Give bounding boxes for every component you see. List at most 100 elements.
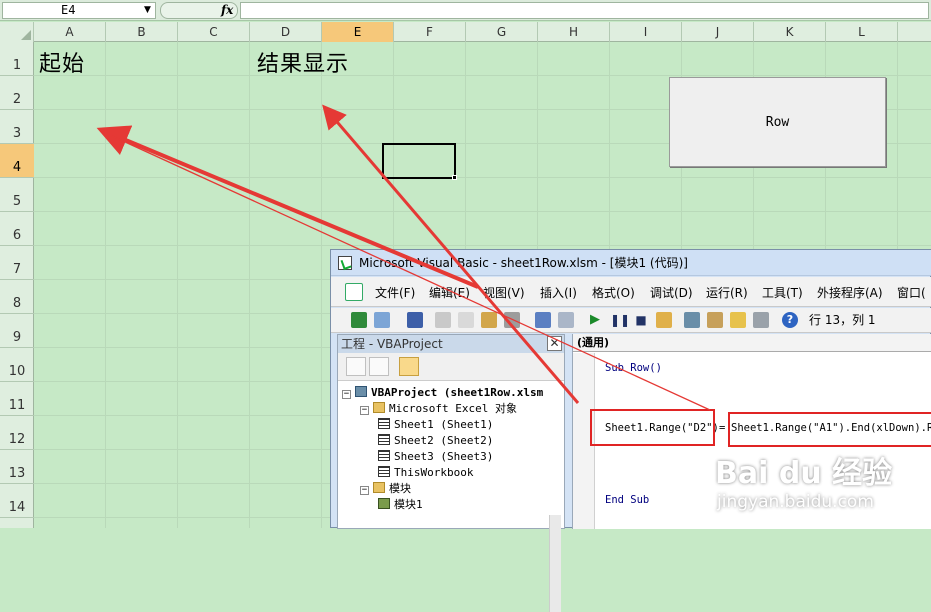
view-excel-icon[interactable] [351,312,367,328]
vba-app-icon [338,256,352,270]
project-explorer-toolbar [338,353,564,381]
tree-node-label: ThisWorkbook [394,466,474,479]
row-header-6[interactable]: 6 [0,212,34,246]
find-icon[interactable] [504,312,520,328]
menu-item-6[interactable]: 运行(R) [706,284,748,301]
cut-icon[interactable] [435,312,451,328]
tree-node[interactable]: Sheet3 (Sheet3) [378,449,493,465]
copy-icon[interactable] [458,312,474,328]
row-header-4[interactable]: 4 [0,144,34,178]
row-header-14[interactable]: 14 [0,484,34,518]
formula-bar: E4 ▼ fx [0,0,931,21]
column-header-b[interactable]: B [106,22,178,42]
row-header-2[interactable]: 2 [0,76,34,110]
tree-node[interactable]: 模块1 [378,497,423,513]
menu-item-8[interactable]: 外接程序(A) [817,284,883,301]
tree-node[interactable]: ThisWorkbook [378,465,473,481]
row-header-11[interactable]: 11 [0,382,34,416]
column-header-k[interactable]: K [754,22,826,42]
folder-icon [373,482,385,493]
save-icon[interactable] [407,312,423,328]
menu-item-9[interactable]: 窗口( [897,284,926,301]
fx-icon[interactable]: fx [221,3,233,18]
workbook-icon [378,466,390,477]
menu-item-4[interactable]: 格式(O) [592,284,635,301]
column-header-f[interactable]: F [394,22,466,42]
design-mode-icon[interactable] [656,312,672,328]
column-header-e[interactable]: E [322,22,394,42]
tree-node[interactable]: Sheet1 (Sheet1) [378,417,493,433]
menu-item-7[interactable]: 工具(T) [762,284,803,301]
project-tree: − VBAProject (sheet1Row.xlsm − Microsoft Ex… [338,382,564,528]
menu-item-1[interactable]: 编辑(E) [429,284,470,301]
highlight-box-lhs [590,409,715,446]
reset-icon[interactable]: ■ [633,312,649,328]
excel-vba-icon[interactable] [345,283,363,301]
collapse-toggle-icon[interactable]: − [342,390,351,399]
tree-node[interactable]: − 模块 [360,481,411,497]
close-icon[interactable]: ✕ [547,336,562,351]
project-explorer-title: 工程 - VBAProject ✕ [338,335,564,353]
column-header-j[interactable]: J [682,22,754,42]
paste-icon[interactable] [481,312,497,328]
vba-menu-bar: 文件(F) 编辑(E) 视图(V) 插入(I) 格式(O) 调试(D) 运行(R) 工具(T)… [331,277,931,307]
view-code-icon[interactable] [346,357,366,376]
row-header-8[interactable]: 8 [0,280,34,314]
vba-editor-title-text: Microsoft Visual Basic - sheet1Row.xlsm … [359,256,688,270]
tree-node[interactable]: Sheet2 (Sheet2) [378,433,493,449]
toolbox-icon[interactable] [753,312,769,328]
row-header-3[interactable]: 3 [0,110,34,144]
project-scrollbar[interactable] [549,515,561,612]
row-header-5[interactable]: 5 [0,178,34,212]
cursor-position-readout: 行 13，列 1 [809,313,876,327]
undo-icon[interactable] [535,312,551,328]
vba-editor-title: Microsoft Visual Basic - sheet1Row.xlsm … [331,250,931,276]
run-icon[interactable]: ▶ [587,312,603,328]
menu-item-5[interactable]: 调试(D) [650,284,693,301]
collapse-toggle-icon[interactable]: − [360,486,369,495]
help-icon[interactable]: ? [782,312,798,328]
project-explorer-icon[interactable] [684,312,700,328]
column-header-i[interactable]: I [610,22,682,42]
row-header-10[interactable]: 10 [0,348,34,382]
formula-input[interactable] [240,2,929,19]
insert-userform-icon[interactable] [374,312,390,328]
menu-item-3[interactable]: 插入(I) [540,284,577,301]
select-all-corner[interactable] [0,22,34,42]
folder-icon [373,402,385,413]
toggle-folders-icon[interactable] [399,357,419,376]
row-macro-button[interactable]: Row [669,77,886,167]
row-header-9[interactable]: 9 [0,314,34,348]
row-header-13[interactable]: 13 [0,450,34,484]
tree-node[interactable]: − Microsoft Excel 对象 [360,401,517,417]
menu-item-0[interactable]: 文件(F) [375,284,415,301]
column-header-l[interactable]: L [826,22,898,42]
row-header-12[interactable]: 12 [0,416,34,450]
active-cell-e4[interactable] [382,143,456,179]
column-header-g[interactable]: G [466,22,538,42]
collapse-toggle-icon[interactable]: − [360,406,369,415]
tree-node-label: 模块1 [394,498,423,511]
vba-project-icon [355,386,367,397]
properties-icon[interactable] [707,312,723,328]
row-header-1[interactable]: 1 [0,42,34,76]
tree-node-label: Sheet1 (Sheet1) [394,418,494,431]
redo-icon[interactable] [558,312,574,328]
view-object-icon[interactable] [369,357,389,376]
cell-d1[interactable]: 结果显示 [257,46,349,78]
object-dropdown[interactable]: (通用) [577,336,777,350]
pause-icon[interactable]: ❚❚ [610,312,630,328]
chevron-down-icon[interactable]: ▼ [141,3,154,18]
column-header-d[interactable]: D [250,22,322,42]
vba-toolbar: ▶ ❚❚ ■ ? 行 13，列 1 [331,308,931,333]
row-header-7[interactable]: 7 [0,246,34,280]
tree-node[interactable]: − VBAProject (sheet1Row.xlsm [342,385,543,401]
column-header-c[interactable]: C [178,22,250,42]
menu-item-2[interactable]: 视图(V) [483,284,525,301]
fill-handle[interactable] [452,175,457,180]
cell-a1[interactable]: 起始 [39,46,85,78]
column-header-a[interactable]: A [34,22,106,42]
column-header-h[interactable]: H [538,22,610,42]
object-browser-icon[interactable] [730,312,746,328]
name-box[interactable]: E4 [2,2,156,19]
